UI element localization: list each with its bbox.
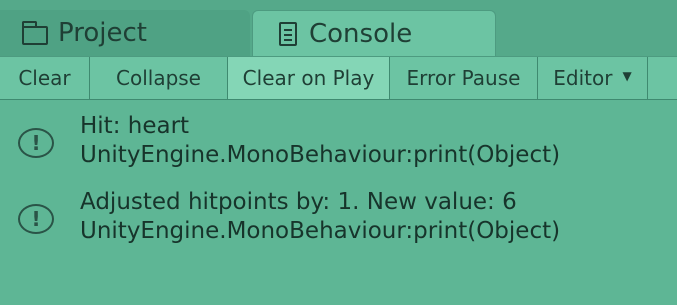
document-icon (279, 21, 297, 46)
console-window: Project Console Clear Collapse Clear on … (0, 0, 677, 305)
editor-dropdown[interactable]: Editor ▼ (538, 57, 648, 99)
dropdown-caret-icon: ▼ (622, 69, 632, 83)
collapse-button[interactable]: Collapse (90, 57, 228, 99)
info-icon: ! (18, 204, 54, 234)
log-message-line-2: UnityEngine.MonoBehaviour:print(Object) (80, 218, 561, 244)
folder-icon (22, 20, 48, 45)
error-pause-button-label: Error Pause (406, 66, 521, 90)
tab-console[interactable]: Console (252, 10, 496, 56)
editor-dropdown-label: Editor (553, 66, 613, 90)
tab-project-label: Project (58, 18, 147, 48)
log-list: ! Hit: heart UnityEngine.MonoBehaviour:p… (0, 100, 677, 305)
clear-button[interactable]: Clear (0, 57, 90, 99)
error-pause-button[interactable]: Error Pause (390, 57, 538, 99)
log-message: Hit: heart UnityEngine.MonoBehaviour:pri… (80, 112, 560, 170)
clear-on-play-button-label: Clear on Play (242, 66, 375, 90)
log-message-line-1: Adjusted hitpoints by: 1. New value: 6 (80, 189, 517, 215)
tab-console-label: Console (309, 18, 413, 49)
log-entry[interactable]: ! Adjusted hitpoints by: 1. New value: 6… (0, 184, 677, 260)
console-toolbar: Clear Collapse Clear on Play Error Pause… (0, 56, 677, 100)
log-message-line-1: Hit: heart (80, 113, 190, 139)
info-icon: ! (18, 128, 54, 158)
clear-on-play-button[interactable]: Clear on Play (228, 57, 390, 99)
log-message: Adjusted hitpoints by: 1. New value: 6 U… (80, 188, 560, 246)
log-entry[interactable]: ! Hit: heart UnityEngine.MonoBehaviour:p… (0, 108, 677, 184)
tab-project[interactable]: Project (0, 10, 250, 56)
log-message-line-2: UnityEngine.MonoBehaviour:print(Object) (80, 142, 561, 168)
collapse-button-label: Collapse (116, 66, 201, 90)
tab-strip: Project Console (0, 0, 677, 56)
clear-button-label: Clear (18, 66, 71, 90)
